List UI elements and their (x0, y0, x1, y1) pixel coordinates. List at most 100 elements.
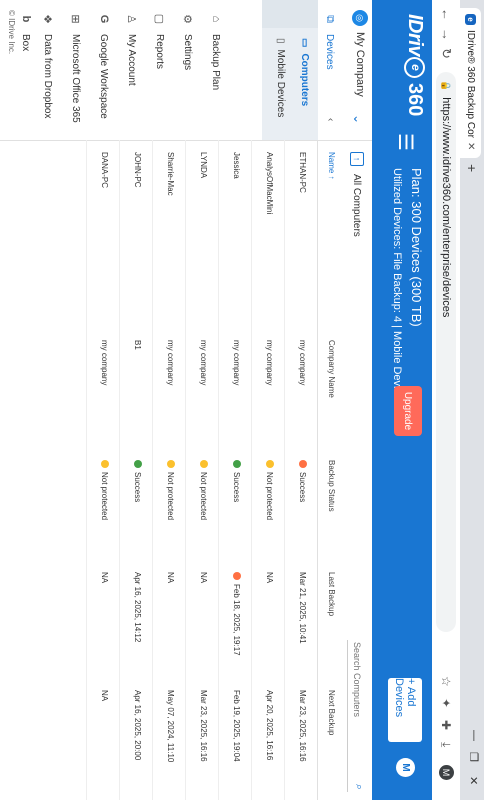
computer-icon: ▭ (299, 38, 310, 48)
idrive-logo[interactable]: IDriv e 360 (403, 14, 426, 116)
chevron-down-icon[interactable]: ⌄ (351, 114, 365, 124)
close-tab-icon[interactable]: ✕ (465, 142, 476, 150)
idrive-favicon-icon: e (465, 14, 476, 25)
last-backup-cell: Feb 18, 2025, 19:17 (232, 572, 241, 656)
device-name[interactable]: DANA-PC (100, 152, 109, 188)
menu-icon[interactable]: ☰ (393, 133, 418, 151)
browser-tab[interactable]: e IDrive® 360 Backup Console for ✕ (460, 8, 481, 158)
back-arrow-icon[interactable]: ↑ (350, 152, 364, 166)
windows-icon: ⊞ (69, 14, 81, 24)
browser-tab-strip: e IDrive® 360 Backup Console for ✕ + — ❐… (460, 0, 484, 800)
star-icon[interactable]: ☆ (439, 676, 453, 687)
status-cell: Not protected (199, 460, 208, 520)
search-icon[interactable]: ⌕ (352, 784, 365, 790)
table-row[interactable]: Jessica my company Success Feb 18, 2025,… (218, 140, 252, 800)
sidebar-item-box[interactable]: b Box (20, 12, 32, 52)
table-row[interactable]: Sharrie-Mac my company Not protected NA … (152, 140, 186, 800)
company-selector[interactable]: ◎ My Company ⌄ (351, 10, 368, 124)
plan-info: Plan: 300 Devices (300 TB) (409, 168, 424, 327)
app-header: IDriv e 360 ☰ Plan: 300 Devices (300 TB)… (372, 0, 432, 800)
extensions-icon[interactable]: ✦ (439, 698, 453, 708)
devices-subpanel: ▭ Computers ▯ Mobile Devices (262, 0, 318, 140)
forward-icon[interactable]: → (439, 28, 454, 41)
status-cell: Not protected (166, 460, 175, 520)
gear-icon: ⚙ (181, 14, 193, 24)
table-row[interactable]: JOHN-PC B1 Success Apr 16, 2025, 14:12 A… (119, 140, 153, 800)
status-cell: Not protected (265, 460, 274, 520)
column-header-backup-status[interactable]: Backup Status (327, 460, 336, 512)
tab-title: IDrive® 360 Backup Console for (465, 30, 476, 138)
puzzle-icon[interactable]: ✚ (439, 720, 453, 730)
status-warning-icon (266, 460, 274, 468)
next-backup-cell: Apr 16, 2025, 20:00 (133, 690, 142, 761)
user-avatar[interactable]: M (396, 758, 415, 777)
utilized-devices-info: Utilized Devices: File Backup: 4 | Mobil… (391, 168, 403, 418)
download-icon[interactable]: ⤓ (438, 742, 453, 747)
column-header-name[interactable]: Name ↑ (327, 152, 336, 180)
account-icon: ♙ (125, 14, 137, 24)
dropbox-icon: ❖ (41, 14, 53, 24)
sidebar-item-devices[interactable]: ⧉ Devices (323, 12, 336, 70)
device-name[interactable]: AnalysOfMacMini (265, 152, 274, 214)
box-icon: b (20, 15, 32, 23)
sidebar: ◎ My Company ⌄ ⧉ Devices ‹ ▭ Computers ▯… (0, 0, 372, 141)
table-row[interactable]: AnalysOfMacMini my company Not protected… (251, 140, 285, 800)
column-header-last-backup[interactable]: Last Backup (327, 572, 336, 616)
new-tab-icon[interactable]: + (464, 164, 480, 172)
sidebar-item-label: Devices (324, 34, 335, 70)
status-warning-icon (101, 460, 109, 468)
next-backup-cell: May 07, 2024, 11:10 (166, 690, 175, 763)
company-cell: my company (232, 340, 241, 386)
browser-profile-avatar[interactable]: M (439, 765, 454, 780)
column-header-company[interactable]: Company Name (327, 340, 336, 398)
sidebar-item-reports[interactable]: ▢ Reports (153, 12, 166, 69)
last-backup-cell: NA (166, 572, 175, 584)
upgrade-button[interactable]: Upgrade (394, 386, 422, 436)
last-backup-cell: NA (199, 572, 208, 584)
device-name[interactable]: Jessica (232, 152, 241, 179)
url-text: https://www.idrive360.com/enterprise/dev… (440, 97, 452, 318)
company-cell: my company (166, 340, 175, 386)
collapse-chevron-icon[interactable]: ‹ (325, 118, 336, 121)
search-input[interactable] (351, 640, 363, 772)
last-backup-cell: NA (100, 572, 109, 584)
reports-icon: ▢ (153, 13, 165, 25)
next-backup-cell: Feb 19, 2025, 19:04 (232, 690, 241, 762)
table-row[interactable]: DANA-PC my company Not protected NA NA (86, 140, 120, 800)
sidebar-item-dropbox[interactable]: ❖ Data from Dropbox (41, 12, 54, 118)
status-cell: Success (232, 460, 241, 502)
sidebar-item-google-workspace[interactable]: G Google Workspace (98, 12, 110, 119)
back-icon[interactable]: ← (439, 8, 454, 21)
sidebar-item-settings[interactable]: ⚙ Settings (181, 12, 194, 70)
table-header: Name ↑ Company Name Backup Status Last B… (317, 140, 342, 800)
device-name[interactable]: JOHN-PC (133, 152, 142, 188)
maximize-icon[interactable]: ❐ (467, 752, 480, 762)
add-devices-button[interactable]: + Add Devices (388, 678, 422, 742)
status-success-icon (233, 460, 241, 468)
device-name[interactable]: Sharrie-Mac (166, 152, 175, 196)
minimize-icon[interactable]: — (468, 730, 480, 741)
sidebar-item-office-365[interactable]: ⊞ Microsoft Office 365 (69, 12, 82, 122)
last-backup-cell: Apr 16, 2025, 14:12 (133, 572, 142, 643)
breadcrumb: ↑ All Computers (350, 152, 364, 237)
sidebar-item-backup-plan[interactable]: ⌂ Backup Plan (210, 12, 222, 90)
sidebar-item-my-account[interactable]: ♙ My Account (125, 12, 138, 86)
address-bar[interactable]: 🔒 https://www.idrive360.com/enterprise/d… (436, 72, 456, 632)
table-row[interactable]: LYNDA my company Not protected NA Mar 23… (185, 140, 219, 800)
last-backup-cell: Mar 21, 2025, 10:41 (298, 572, 307, 644)
sidebar-item-mobile-devices[interactable]: ▯ Mobile Devices (275, 38, 286, 117)
status-error-icon (299, 460, 307, 468)
sidebar-item-computers[interactable]: ▭ Computers (299, 38, 310, 106)
screen: e IDrive® 360 Backup Console for ✕ + — ❐… (0, 0, 484, 800)
close-window-icon[interactable]: ✕ (467, 776, 480, 785)
company-cell: my company (265, 340, 274, 386)
device-name[interactable]: LYNDA (199, 152, 208, 178)
reload-icon[interactable]: ↻ (438, 48, 454, 59)
next-backup-cell: Mar 23, 2025, 16:16 (298, 690, 307, 762)
last-backup-cell: NA (265, 572, 274, 584)
table-row[interactable]: ETHAN-PC my company Success Mar 21, 2025… (284, 140, 318, 800)
company-cell: my company (199, 340, 208, 386)
column-header-next-backup[interactable]: Next Backup (327, 690, 336, 735)
company-cell: B1 (133, 340, 142, 350)
device-name[interactable]: ETHAN-PC (298, 152, 307, 193)
